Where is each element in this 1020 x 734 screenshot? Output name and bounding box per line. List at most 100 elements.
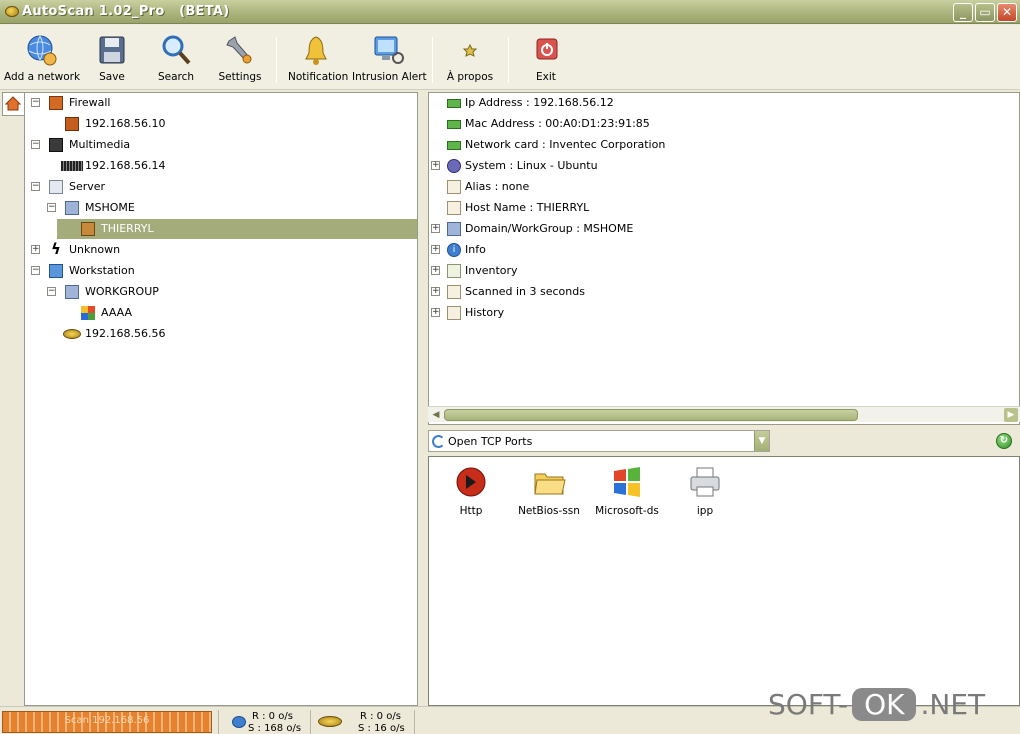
tree-node-mshome[interactable]: − MSHOME <box>25 198 417 218</box>
port-item-http[interactable]: Http <box>433 465 509 517</box>
eye-icon <box>63 329 81 339</box>
printer-icon <box>688 465 722 499</box>
tree-label: Workstation <box>69 264 135 277</box>
net1-receive: R : 0 o/s <box>252 711 293 722</box>
port-item-microsoft-ds[interactable]: Microsoft-ds <box>589 465 665 517</box>
ports-select[interactable]: Open TCP Ports ▼ <box>428 430 770 452</box>
ports-list: Http NetBios-ssn Microsoft-ds ipp <box>428 456 1020 706</box>
tree-node-ws-ip[interactable]: 192.168.56.56 <box>25 324 417 344</box>
detail-label: Domain/WorkGroup : MSHOME <box>465 222 634 235</box>
scrollbar-thumb[interactable] <box>444 409 858 421</box>
detail-label: Ip Address : 192.168.56.12 <box>465 96 614 109</box>
info-icon: i <box>447 243 461 257</box>
add-network-button[interactable]: Add a network <box>4 33 81 85</box>
network-tab[interactable] <box>2 92 24 116</box>
port-label: Microsoft-ds <box>595 505 659 517</box>
tree-node-firewall-ip[interactable]: 192.168.56.10 <box>25 114 417 134</box>
tree-node-workstation[interactable]: − Workstation <box>25 261 417 281</box>
expand-icon[interactable]: + <box>431 308 440 317</box>
collapse-icon[interactable]: − <box>31 140 40 149</box>
detail-label: Mac Address : 00:A0:D1:23:91:85 <box>465 117 650 130</box>
settings-button[interactable]: Settings <box>218 33 262 85</box>
tree-node-thierryl[interactable]: THIERRYL <box>57 219 417 239</box>
tree-node-server[interactable]: − Server <box>25 177 417 197</box>
detail-inventory[interactable]: + Inventory <box>429 261 1019 281</box>
detail-label: Host Name : THIERRYL <box>465 201 590 214</box>
search-button[interactable]: Search <box>156 33 196 85</box>
detail-scanned[interactable]: + Scanned in 3 seconds <box>429 282 1019 302</box>
port-item-ipp[interactable]: ipp <box>667 465 743 517</box>
close-button[interactable]: ✕ <box>997 3 1017 22</box>
detail-label: Alias : none <box>465 180 530 193</box>
tree-node-workgroup[interactable]: − WORKGROUP <box>25 282 417 302</box>
collapse-icon[interactable]: − <box>47 203 56 212</box>
chevron-down-icon[interactable]: ▼ <box>754 431 769 451</box>
scroll-icon <box>447 306 461 320</box>
intrusion-alert-label: Intrusion Alert <box>352 71 427 83</box>
http-icon <box>454 465 488 499</box>
detail-host[interactable]: Host Name : THIERRYL <box>429 198 1019 218</box>
expand-icon[interactable]: + <box>431 266 440 275</box>
tree-node-unknown[interactable]: + ϟ Unknown <box>25 240 417 260</box>
save-button[interactable]: Save <box>92 33 132 85</box>
expand-icon[interactable]: + <box>431 245 440 254</box>
app-icon <box>5 6 19 17</box>
tree-label: Firewall <box>69 96 111 109</box>
detail-domain[interactable]: + Domain/WorkGroup : MSHOME <box>429 219 1019 239</box>
lightning-icon: ϟ <box>51 240 61 258</box>
tree-node-multimedia[interactable]: − Multimedia <box>25 135 417 155</box>
refresh-icon[interactable]: ↻ <box>996 433 1012 449</box>
detail-info[interactable]: + i Info <box>429 240 1019 260</box>
network-traffic-2: R : 0 o/s S : 16 o/s <box>318 710 410 734</box>
scroll-left-icon[interactable]: ◀ <box>429 408 443 422</box>
tree-label: WORKGROUP <box>85 285 159 298</box>
expand-icon[interactable]: + <box>431 161 440 170</box>
server-icon <box>49 180 63 194</box>
tree-label: THIERRYL <box>101 222 154 235</box>
home-icon <box>4 96 22 111</box>
port-item-netbios[interactable]: NetBios-ssn <box>511 465 587 517</box>
add-network-label: Add a network <box>4 71 81 83</box>
detail-label: System : Linux - Ubuntu <box>465 159 598 172</box>
horizontal-scrollbar[interactable]: ◀ ▶ <box>428 406 1020 422</box>
firewall-icon <box>49 96 63 110</box>
computer-icon <box>81 222 95 236</box>
port-label: NetBios-ssn <box>518 505 580 517</box>
detail-ip[interactable]: Ip Address : 192.168.56.12 <box>429 93 1019 113</box>
about-button[interactable]: À propos <box>446 33 494 85</box>
collapse-icon[interactable]: − <box>31 98 40 107</box>
detail-alias[interactable]: Alias : none <box>429 177 1019 197</box>
detail-nic[interactable]: Network card : Inventec Corporation <box>429 135 1019 155</box>
scroll-right-icon[interactable]: ▶ <box>1004 408 1018 422</box>
minimize-button[interactable]: _ <box>953 3 973 22</box>
search-label: Search <box>157 71 195 83</box>
notification-label: Notification <box>288 71 349 83</box>
toolbar-separator <box>432 37 433 83</box>
collapse-icon[interactable]: − <box>31 266 40 275</box>
detail-mac[interactable]: Mac Address : 00:A0:D1:23:91:85 <box>429 114 1019 134</box>
network-group-icon <box>65 201 79 215</box>
collapse-icon[interactable]: − <box>47 287 56 296</box>
detail-system[interactable]: + System : Linux - Ubuntu <box>429 156 1019 176</box>
expand-icon[interactable]: + <box>31 245 40 254</box>
pane-splitter[interactable] <box>419 92 427 706</box>
exit-button[interactable]: Exit <box>526 33 566 85</box>
expand-icon[interactable]: + <box>431 287 440 296</box>
expand-icon[interactable]: + <box>431 224 440 233</box>
windows-icon <box>81 306 95 320</box>
detail-history[interactable]: + History <box>429 303 1019 323</box>
detail-label: Scanned in 3 seconds <box>465 285 585 298</box>
tree-node-multimedia-ip[interactable]: 192.168.56.14 <box>25 156 417 176</box>
collapse-icon[interactable]: − <box>31 182 40 191</box>
tree-node-aaaa[interactable]: AAAA <box>25 303 417 323</box>
notification-button[interactable]: Notification <box>288 33 349 85</box>
net1-send: S : 168 o/s <box>248 723 302 734</box>
intrusion-alert-button[interactable]: Intrusion Alert <box>352 33 427 85</box>
eye-icon <box>318 716 342 727</box>
tree-node-firewall[interactable]: − Firewall <box>25 93 417 113</box>
restore-button[interactable]: ▭ <box>975 3 995 22</box>
network-tree: − Firewall 192.168.56.10 − Multimedia 19… <box>24 92 418 706</box>
tree-label: Server <box>69 180 106 193</box>
folder-icon <box>532 465 566 499</box>
status-separator <box>414 710 415 734</box>
